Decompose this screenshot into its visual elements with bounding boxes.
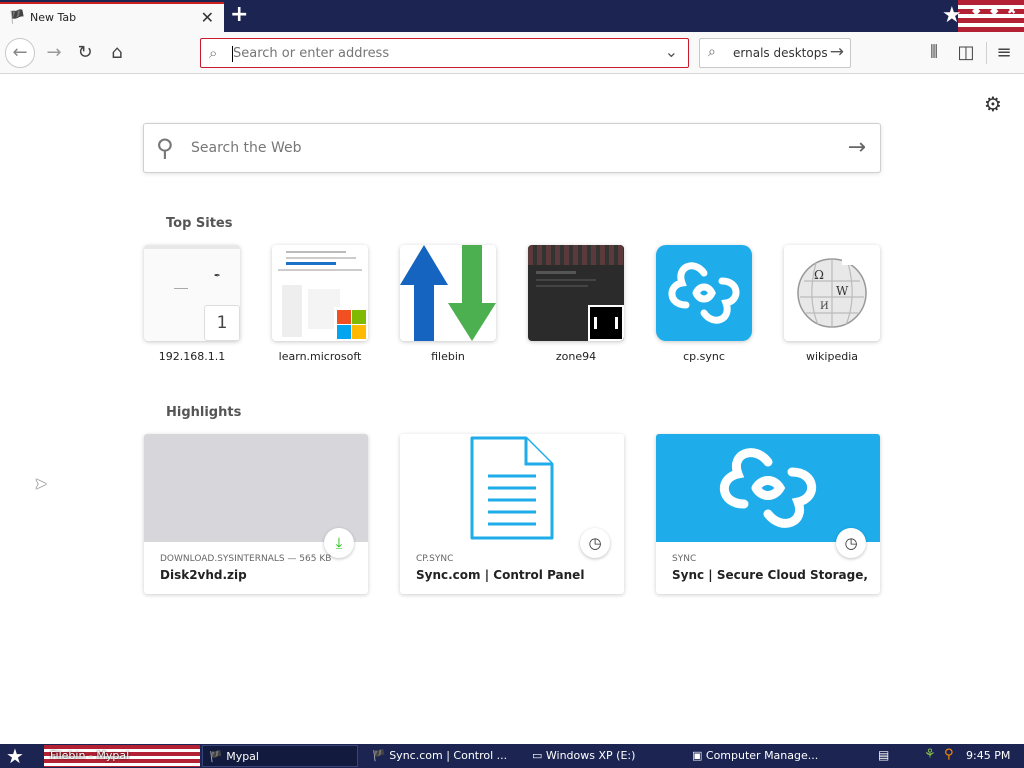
taskbar-label: Computer Manage... bbox=[705, 749, 819, 762]
clock[interactable]: 9:45 PM bbox=[966, 749, 1010, 762]
pong-icon bbox=[588, 305, 624, 341]
forward-button[interactable]: → bbox=[40, 40, 68, 66]
drive-icon: ▭ bbox=[532, 749, 546, 762]
top-sites-title: Top Sites bbox=[166, 216, 233, 231]
home-button[interactable]: ⌂ bbox=[103, 40, 131, 66]
flag-favicon-icon: 🏴 bbox=[209, 750, 227, 763]
web-search-box[interactable]: ⚲ Search the Web → bbox=[143, 123, 881, 173]
top-site-label: cp.sync bbox=[683, 350, 725, 363]
new-tab-button[interactable]: + bbox=[230, 3, 248, 27]
network-icon[interactable]: ⚘ bbox=[924, 747, 936, 762]
pinned-index: 1 bbox=[204, 305, 240, 341]
flag-favicon-icon: 🏴 bbox=[372, 749, 390, 762]
highlight-card[interactable]: ◷ CP.SYNC Sync.com | Control Panel bbox=[400, 434, 624, 594]
taskbar-item-sync[interactable]: 🏴 Sync.com | Control ... bbox=[366, 745, 516, 767]
toolbar-separator bbox=[986, 42, 987, 64]
arrow-right-icon[interactable]: → bbox=[830, 42, 844, 62]
taskbar: ★ Filebin - Mypal 🏴 Mypal 🏴 Sync.com | C… bbox=[0, 744, 1024, 768]
search-icon: ⌕ bbox=[708, 44, 716, 60]
address-input[interactable] bbox=[233, 46, 653, 61]
flag-favicon-icon: 🏴 bbox=[9, 10, 26, 25]
menu-button[interactable]: ≡ bbox=[990, 40, 1018, 66]
top-site-tile[interactable]: ✒ 1 192.168.1.1 bbox=[144, 245, 240, 363]
svg-text:И: И bbox=[820, 301, 829, 312]
highlight-source: SYNC bbox=[672, 554, 697, 564]
web-search-placeholder: Search the Web bbox=[191, 140, 302, 156]
reload-button[interactable]: ↻ bbox=[71, 40, 99, 66]
document-icon bbox=[400, 434, 624, 542]
top-site-tile[interactable]: learn.microsoft bbox=[272, 245, 368, 363]
minimize-icon[interactable]: ◆ bbox=[972, 4, 980, 17]
top-site-label: zone94 bbox=[555, 350, 597, 363]
maximize-icon[interactable]: ◆ bbox=[990, 4, 998, 17]
back-button[interactable]: ← bbox=[5, 38, 35, 68]
top-site-label: wikipedia bbox=[805, 350, 858, 363]
search-icon: ⌕ bbox=[209, 44, 218, 62]
site-thumbnail bbox=[528, 245, 624, 341]
top-site-label: filebin bbox=[431, 350, 465, 363]
highlight-source: DOWNLOAD.SYSINTERNALS — 565 KB bbox=[160, 554, 332, 564]
top-site-label: 192.168.1.1 bbox=[158, 350, 226, 363]
top-site-label: learn.microsoft bbox=[278, 350, 362, 363]
top-site-tile[interactable]: Ω W И wikipedia bbox=[784, 245, 880, 363]
close-window-icon[interactable]: ✖ bbox=[1007, 4, 1016, 17]
history-icon: ◷ bbox=[580, 528, 610, 558]
taskbar-label: Sync.com | Control ... bbox=[389, 749, 508, 762]
sidebar-button[interactable]: ◫ bbox=[952, 40, 980, 66]
svg-text:Ω: Ω bbox=[814, 268, 824, 282]
taskbar-label: Windows XP (E:) bbox=[545, 749, 636, 762]
computer-icon: ▣ bbox=[692, 749, 706, 762]
taskbar-item-filebin[interactable]: Filebin - Mypal bbox=[44, 745, 200, 767]
search-icon: ⚲ bbox=[156, 134, 174, 162]
gear-icon[interactable]: ⚙ bbox=[984, 92, 1002, 116]
close-tab-icon[interactable]: ✕ bbox=[201, 8, 214, 27]
highlight-card[interactable]: ⤓ DOWNLOAD.SYSINTERNALS — 565 KB Disk2vh… bbox=[144, 434, 368, 594]
top-site-tile[interactable]: cp.sync bbox=[656, 245, 752, 363]
chevron-down-icon[interactable]: ⌄ bbox=[665, 42, 678, 61]
wikipedia-globe-icon: Ω W И bbox=[784, 245, 880, 341]
highlight-source: CP.SYNC bbox=[416, 554, 454, 564]
taskbar-label: Mypal bbox=[226, 750, 259, 763]
mouse-pointer-icon: ➤ bbox=[34, 474, 48, 493]
highlight-thumbnail bbox=[144, 434, 368, 542]
tab-strip: 🏴 New Tab ✕ + ★ ◆ ◆ ✖ bbox=[0, 0, 1024, 32]
tab-title: New Tab bbox=[30, 11, 77, 24]
highlight-title: Disk2vhd.zip bbox=[160, 568, 247, 582]
site-thumbnail bbox=[272, 245, 368, 341]
search-tray-icon[interactable]: ⚲ bbox=[944, 747, 954, 762]
highlight-title: Sync.com | Control Panel bbox=[416, 568, 585, 582]
taskbar-item-mypal[interactable]: 🏴 Mypal bbox=[202, 745, 358, 767]
highlights-title: Highlights bbox=[166, 405, 242, 420]
keyboard-icon[interactable]: ▤ bbox=[878, 748, 889, 762]
star-icon: ★ bbox=[942, 3, 962, 28]
sync-logo-icon bbox=[656, 245, 752, 341]
library-button[interactable]: ⫴ bbox=[920, 40, 948, 66]
search-text[interactable]: ernals desktops bbox=[733, 46, 828, 60]
filebin-arrows-icon bbox=[400, 245, 496, 341]
address-bar[interactable]: ⌕ ⌄ bbox=[200, 38, 689, 68]
tab-new-tab[interactable]: 🏴 New Tab ✕ bbox=[0, 2, 224, 32]
search-bar[interactable]: ⌕ ernals desktops → bbox=[699, 38, 851, 68]
navigation-toolbar: ← → ↻ ⌂ ⌕ ⌄ ⌕ ernals desktops → ⫴ ◫ ≡ bbox=[0, 32, 1024, 74]
taskbar-item-windows-xp[interactable]: ▭ Windows XP (E:) bbox=[526, 745, 676, 767]
taskbar-item-computer-management[interactable]: ▣ Computer Manage... bbox=[686, 745, 836, 767]
microsoft-logo-icon bbox=[334, 307, 368, 341]
highlight-card[interactable]: ◷ SYNC Sync | Secure Cloud Storage, File… bbox=[656, 434, 880, 594]
highlight-title: Sync | Secure Cloud Storage, File... bbox=[672, 568, 872, 582]
sync-logo-icon bbox=[656, 434, 880, 542]
site-thumbnail: ✒ 1 bbox=[144, 245, 240, 341]
top-site-tile[interactable]: zone94 bbox=[528, 245, 624, 363]
arrow-right-icon[interactable]: → bbox=[848, 135, 866, 160]
svg-text:W: W bbox=[836, 284, 849, 298]
history-icon: ◷ bbox=[836, 528, 866, 558]
start-star-icon[interactable]: ★ bbox=[6, 744, 24, 768]
top-site-tile[interactable]: filebin bbox=[400, 245, 496, 363]
